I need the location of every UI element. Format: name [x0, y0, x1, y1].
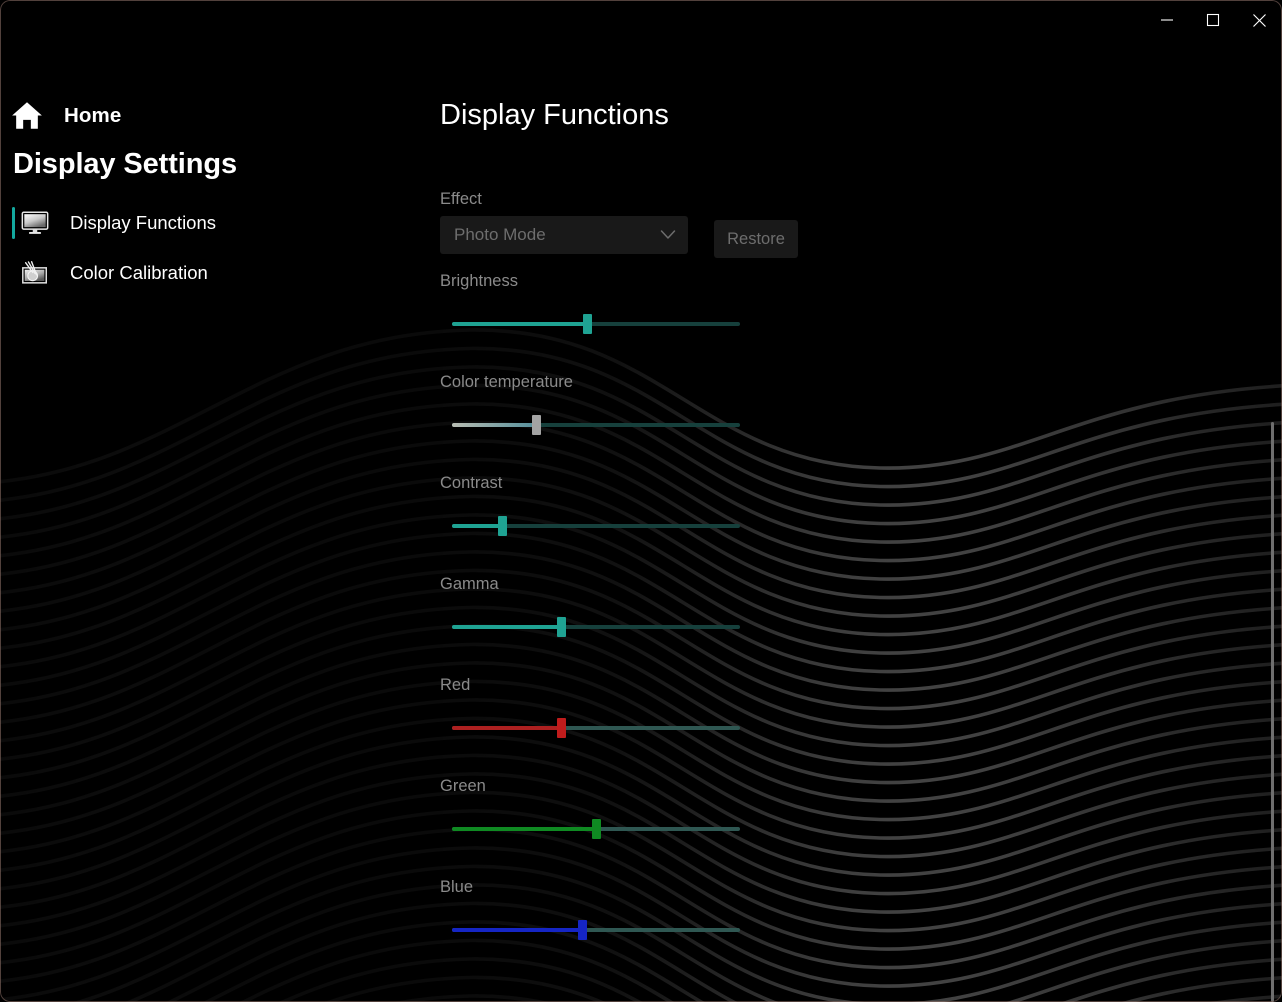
page-title: Display Functions: [440, 99, 669, 131]
slider-fill: [452, 726, 562, 730]
maximize-button[interactable]: [1190, 0, 1236, 40]
slider-thumb[interactable]: [592, 819, 601, 839]
vertical-scrollbar[interactable]: [1271, 422, 1274, 1002]
slider-fill: [452, 322, 588, 326]
monitor-icon: [21, 211, 49, 234]
effect-dropdown[interactable]: Photo Mode: [440, 216, 688, 254]
slider-thumb[interactable]: [531, 415, 541, 435]
color-calibration-icon: [22, 261, 47, 284]
slider-red[interactable]: [452, 718, 740, 738]
slider-label: Gamma: [440, 575, 499, 593]
restore-button[interactable]: Restore: [714, 220, 798, 258]
scrollbar-thumb[interactable]: [1271, 422, 1274, 1002]
sidebar: Home Display Settings Display Functions: [0, 0, 420, 1002]
slider-color-temperature[interactable]: [452, 415, 740, 435]
sidebar-item-label: Color Calibration: [70, 262, 208, 283]
slider-thumb[interactable]: [583, 314, 593, 334]
slider-label: Blue: [440, 878, 474, 896]
home-label: Home: [64, 104, 122, 127]
close-button[interactable]: [1236, 0, 1282, 40]
home-nav-button[interactable]: Home: [10, 96, 121, 136]
effect-label: Effect: [440, 190, 482, 208]
slider-label: Red: [440, 676, 471, 694]
selection-indicator: [12, 207, 15, 239]
slider-label: Green: [440, 777, 486, 795]
maximize-icon: [1206, 13, 1220, 27]
slider-thumb[interactable]: [557, 718, 567, 738]
sidebar-item-color-calibration[interactable]: Color Calibration: [10, 251, 340, 295]
slider-label: Contrast: [440, 474, 503, 492]
slider-thumb[interactable]: [498, 516, 508, 536]
sidebar-title: Display Settings: [13, 148, 238, 180]
home-icon: [12, 102, 42, 129]
slider-gamma[interactable]: [452, 617, 740, 637]
slider-fill: [452, 423, 536, 427]
minimize-icon: [1161, 19, 1173, 21]
effect-dropdown-value: Photo Mode: [454, 225, 546, 244]
slider-fill: [452, 625, 562, 629]
slider-contrast[interactable]: [452, 516, 740, 536]
sidebar-item-label: Display Functions: [70, 212, 217, 233]
slider-brightness[interactable]: [452, 314, 740, 334]
display-settings-window: Home Display Settings Display Functions: [0, 0, 1282, 1002]
title-bar: [0, 0, 1282, 44]
slider-green[interactable]: [452, 819, 740, 839]
sidebar-item-display-functions[interactable]: Display Functions: [10, 201, 340, 245]
main-content: Display Functions Effect Photo Mode Rest…: [420, 0, 1282, 1002]
slider-thumb[interactable]: [577, 920, 587, 940]
slider-fill: [452, 928, 582, 932]
slider-thumb[interactable]: [557, 617, 567, 637]
slider-label: Brightness: [440, 272, 518, 290]
slider-label: Color temperature: [440, 373, 573, 391]
slider-blue[interactable]: [452, 920, 740, 940]
slider-fill: [452, 827, 596, 831]
close-icon: [1252, 13, 1266, 27]
chevron-down-icon: [660, 230, 676, 239]
slider-fill: [452, 524, 503, 528]
minimize-button[interactable]: [1144, 0, 1190, 40]
